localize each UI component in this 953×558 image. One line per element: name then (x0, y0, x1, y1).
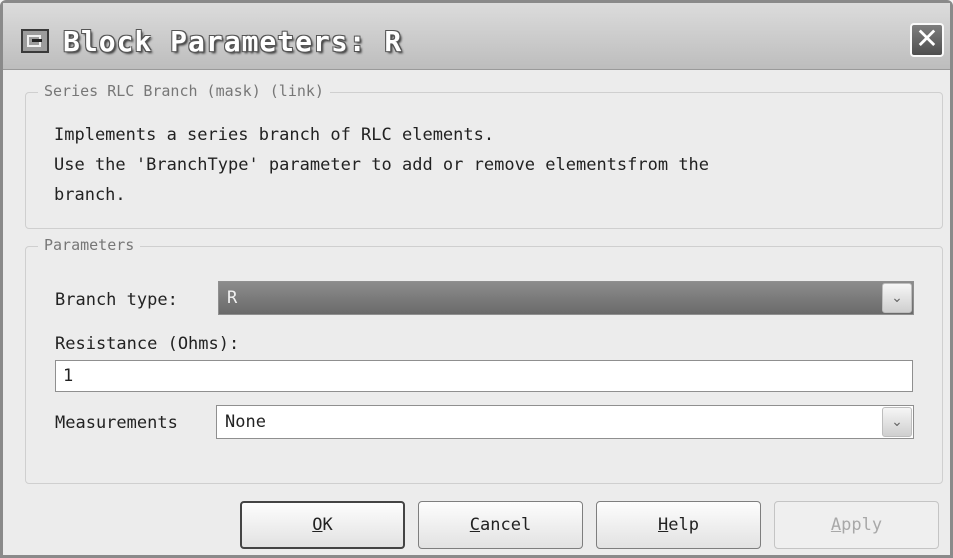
cancel-label-rest: ancel (480, 515, 532, 535)
measurements-value: None (225, 412, 266, 432)
chevron-down-icon[interactable]: ⌄ (882, 283, 912, 313)
branch-type-value: R (227, 288, 238, 308)
resistance-label: Resistance (Ohms): (55, 334, 240, 354)
close-button[interactable]: ✕ (910, 23, 944, 57)
apply-label-rest: pply (841, 515, 883, 535)
apply-button[interactable]: Apply (774, 501, 939, 549)
branch-type-label: Branch type: (55, 290, 178, 310)
description-text: Implements a series branch of RLC elemen… (54, 125, 710, 205)
block-parameters-dialog: Block Parameters: R ✕ Series RLC Branch … (0, 0, 953, 558)
cancel-button[interactable]: Cancel (418, 501, 583, 549)
description-legend: Series RLC Branch (mask) (link) (38, 82, 330, 100)
help-mnemonic: H (658, 515, 669, 535)
parameters-group: Parameters Branch type: R ⌄ Resistance (… (25, 236, 943, 484)
description-group: Series RLC Branch (mask) (link) Implemen… (25, 82, 943, 229)
cancel-mnemonic: C (469, 515, 481, 535)
parameters-legend: Parameters (38, 236, 141, 254)
apply-mnemonic: A (830, 515, 842, 535)
help-label-rest: elp (668, 515, 699, 535)
block-icon (21, 29, 49, 53)
close-icon: ✕ (915, 22, 939, 55)
resistance-input[interactable]: 1 (55, 360, 913, 392)
measurements-select[interactable]: None ⌄ (216, 405, 914, 439)
title-bar[interactable]: Block Parameters: R ✕ (3, 3, 950, 70)
window-title: Block Parameters: R (63, 25, 403, 58)
chevron-down-icon[interactable]: ⌄ (882, 407, 912, 437)
measurements-label: Measurements (55, 413, 178, 433)
branch-type-select[interactable]: R ⌄ (218, 281, 914, 315)
help-button[interactable]: Help (596, 501, 761, 549)
ok-label-rest: K (322, 515, 333, 535)
ok-button[interactable]: OK (240, 501, 405, 549)
ok-mnemonic: O (312, 515, 323, 535)
